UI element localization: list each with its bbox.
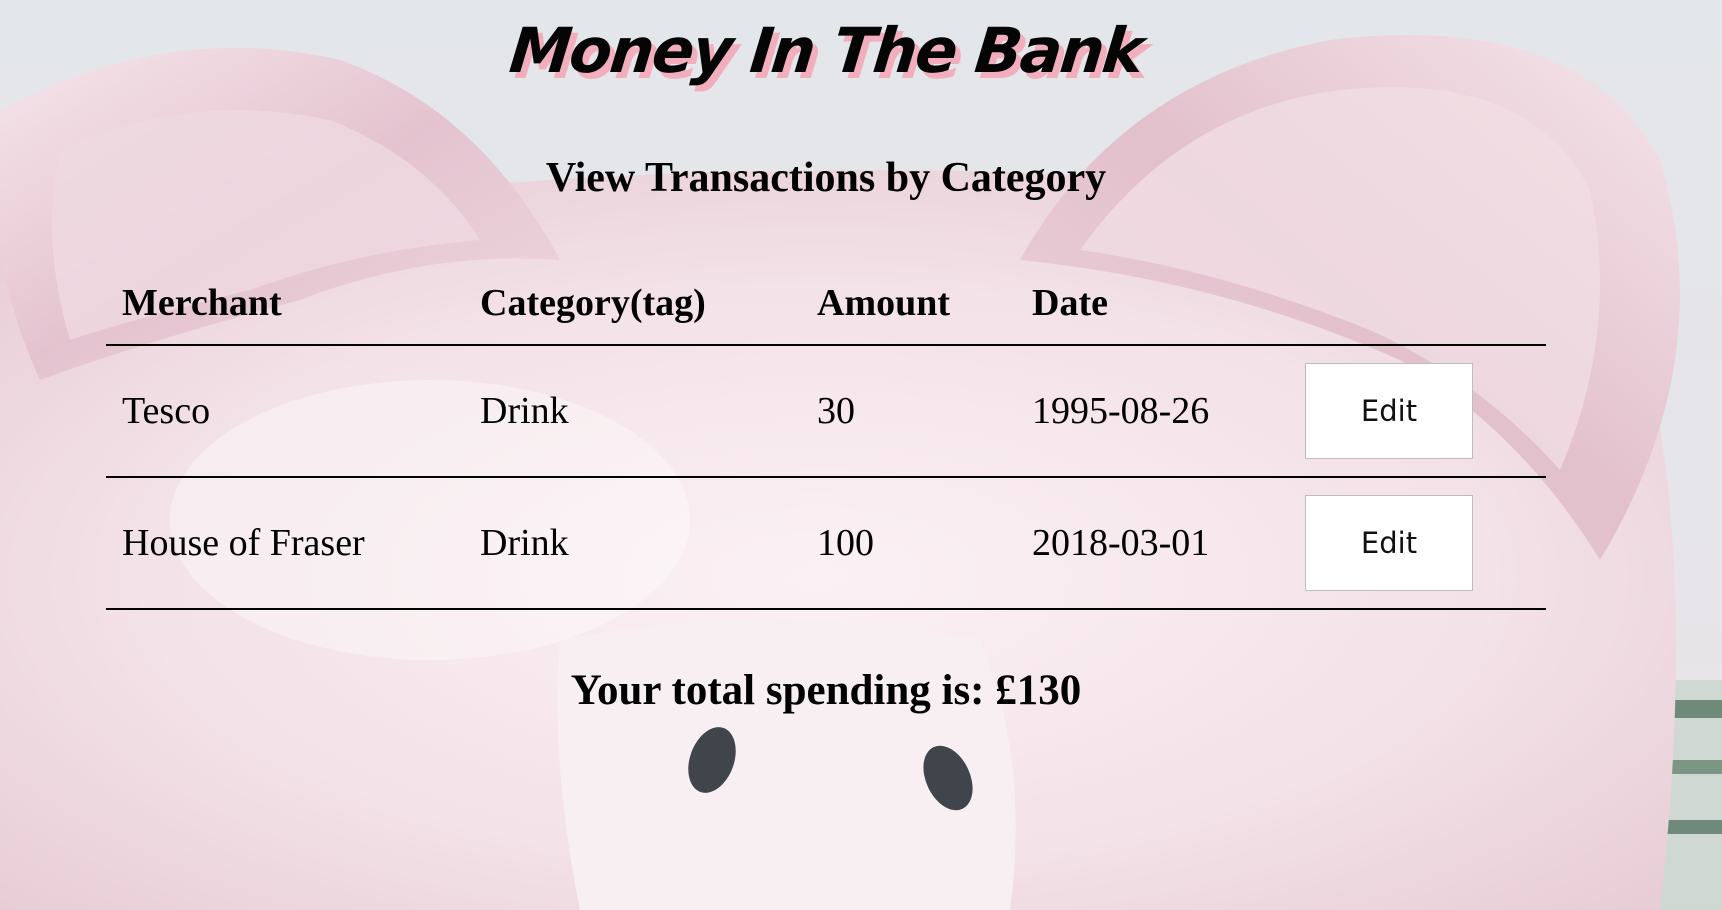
total-spending: Your total spending is: £130 bbox=[570, 667, 1082, 714]
page-heading: View Transactions by Category bbox=[545, 155, 1107, 201]
cell-merchant: House of Fraser bbox=[106, 477, 464, 610]
column-header-category: Category(tag) bbox=[464, 262, 801, 346]
cell-merchant: Tesco bbox=[106, 345, 464, 478]
cell-category: Drink bbox=[464, 345, 801, 478]
table-row: House of Fraser Drink 100 2018-03-01 Edi… bbox=[106, 477, 1546, 610]
edit-button[interactable]: Edit bbox=[1305, 495, 1473, 591]
table-header-row: Merchant Category(tag) Amount Date bbox=[106, 262, 1546, 346]
column-header-amount: Amount bbox=[801, 262, 1016, 346]
cell-amount: 30 bbox=[801, 345, 1016, 478]
cell-category: Drink bbox=[464, 477, 801, 610]
cell-actions: Edit bbox=[1289, 345, 1546, 478]
app-title: Money In The Bank bbox=[506, 14, 1146, 87]
cell-amount: 100 bbox=[801, 477, 1016, 610]
cell-date: 2018-03-01 bbox=[1016, 477, 1289, 610]
edit-button[interactable]: Edit bbox=[1305, 363, 1473, 459]
column-header-actions bbox=[1289, 262, 1546, 346]
column-header-merchant: Merchant bbox=[106, 262, 464, 346]
column-header-date: Date bbox=[1016, 262, 1289, 346]
transactions-table: Merchant Category(tag) Amount Date Tesco… bbox=[106, 262, 1546, 610]
cell-actions: Edit bbox=[1289, 477, 1546, 610]
cell-date: 1995-08-26 bbox=[1016, 345, 1289, 478]
table-row: Tesco Drink 30 1995-08-26 Edit bbox=[106, 345, 1546, 478]
